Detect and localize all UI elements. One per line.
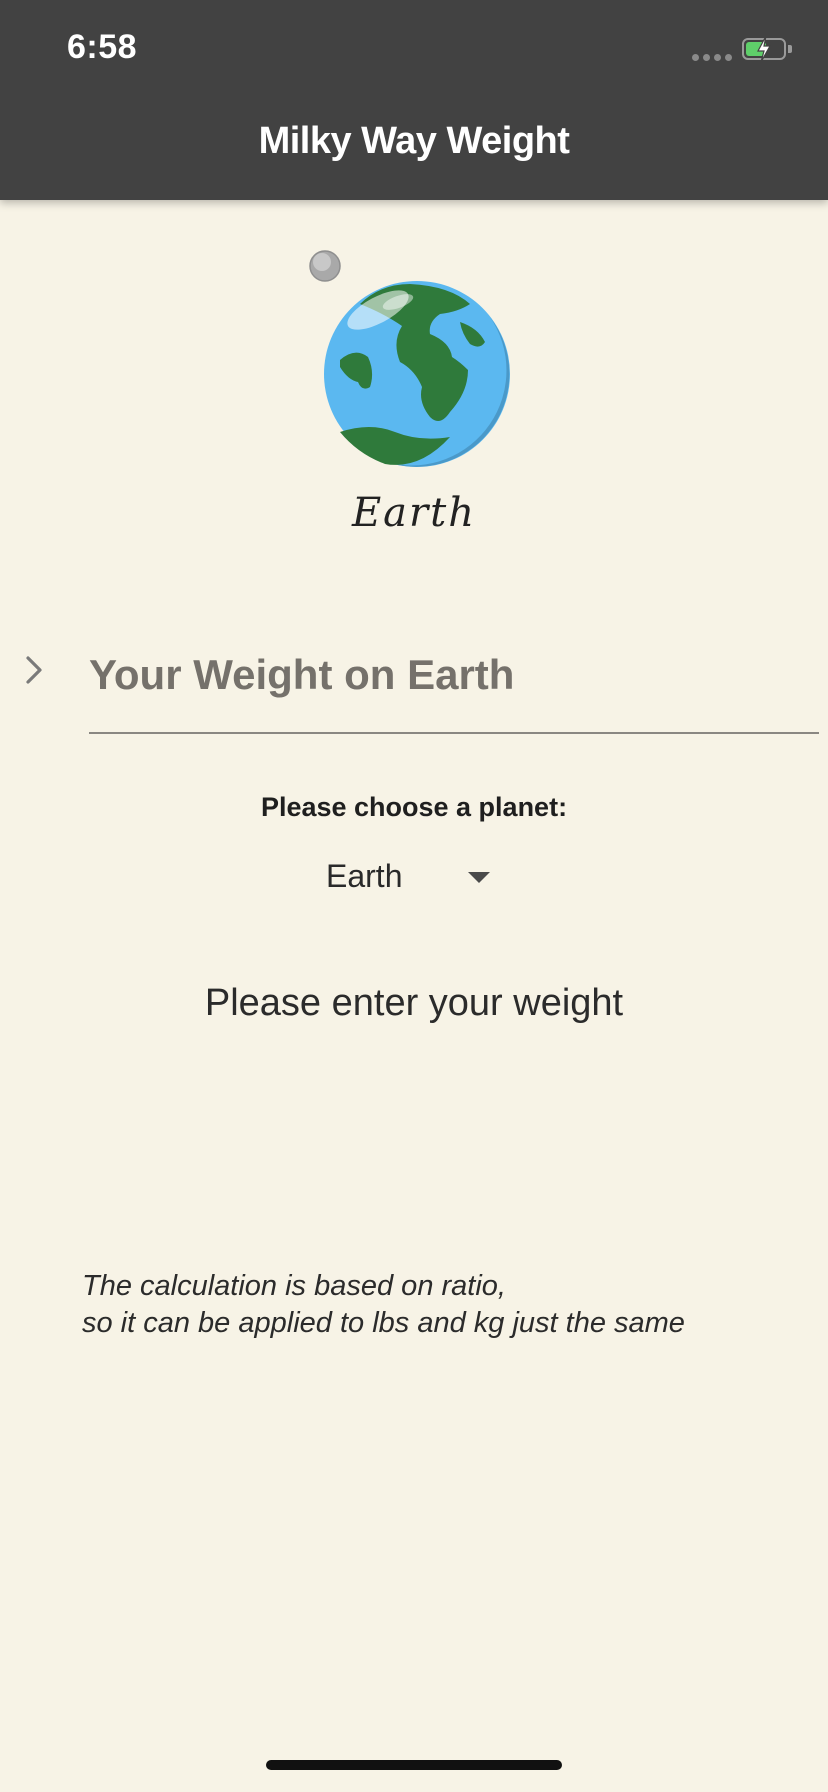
weight-input-underline xyxy=(89,732,819,734)
calculation-note: The calculation is based on ratio, so it… xyxy=(82,1268,802,1342)
earth-planet-icon xyxy=(300,242,530,482)
status-time: 6:58 xyxy=(67,28,138,66)
planet-dropdown-value: Earth xyxy=(326,858,403,894)
planet-name: Earth xyxy=(351,490,476,536)
calculation-note-line2: so it can be applied to lbs and kg just … xyxy=(82,1307,685,1339)
planet-picker-label: Please choose a planet: xyxy=(260,792,568,822)
calculation-note-line1: The calculation is based on ratio, xyxy=(82,1270,506,1302)
app-title: Milky Way Weight xyxy=(258,120,570,162)
home-indicator[interactable] xyxy=(266,1760,562,1770)
charging-bolt-icon xyxy=(757,35,772,63)
planet-dropdown[interactable]: Earth xyxy=(320,852,500,902)
weight-field xyxy=(0,620,828,736)
app-bar: 6:58 Milky Way Weight xyxy=(0,0,828,200)
result-text: Please enter your weight xyxy=(204,982,624,1024)
chevron-right-icon xyxy=(26,656,42,684)
dropdown-arrow-icon xyxy=(468,872,490,883)
signal-dots-icon xyxy=(692,54,732,61)
battery-cap xyxy=(788,45,792,53)
weight-input[interactable] xyxy=(89,640,819,710)
